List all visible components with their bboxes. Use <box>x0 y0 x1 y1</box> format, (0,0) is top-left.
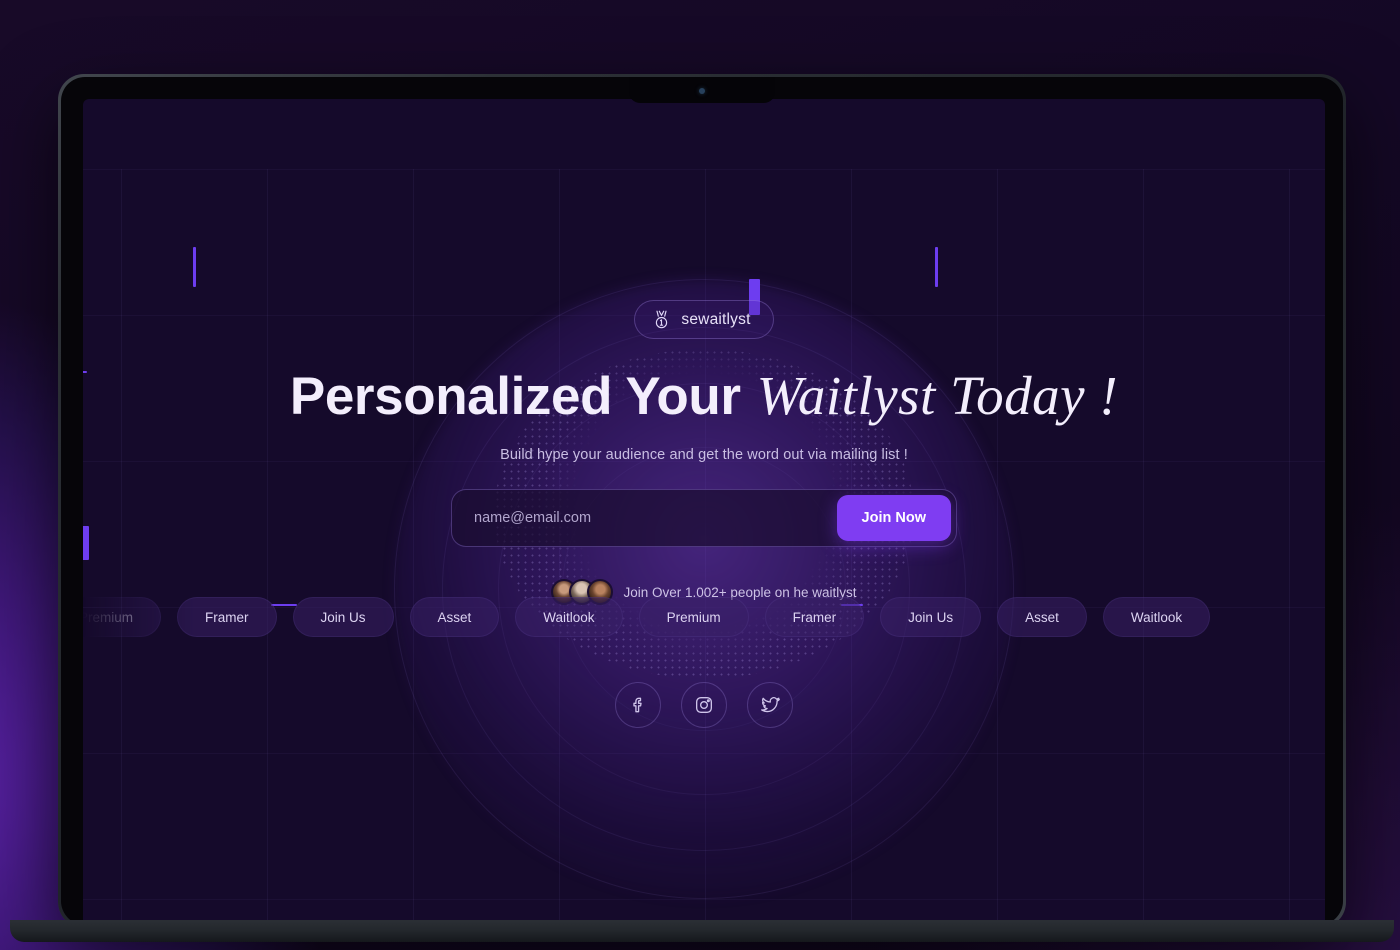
laptop-lid: sewaitlyst Personalized Your Waitlyst Tod… <box>58 74 1346 928</box>
waitlist-form: Join Now <box>451 489 957 548</box>
website-screen: sewaitlyst Personalized Your Waitlyst Tod… <box>83 99 1325 923</box>
camera-dot-icon <box>699 88 705 94</box>
brand-pill[interactable]: Framer <box>177 597 277 637</box>
brand-pill[interactable]: Framer <box>764 597 865 637</box>
instagram-icon <box>694 695 714 715</box>
page-title: Personalized Your Waitlyst Today ! <box>289 365 1119 426</box>
medal-icon <box>653 310 670 329</box>
hero-section: sewaitlyst Personalized Your Waitlyst Tod… <box>83 99 1325 923</box>
brand-pill[interactable]: Waitlook <box>515 597 623 637</box>
brand-pill[interactable]: Asset <box>997 597 1087 637</box>
instagram-link[interactable] <box>681 682 727 728</box>
facebook-icon <box>628 695 648 715</box>
brand-pill[interactable]: Asset <box>409 597 500 637</box>
brand-pill-marquee: Premium Framer Join Us Asset Waitlook Premium… <box>83 597 1325 637</box>
brand-pill[interactable]: Premium <box>638 597 749 637</box>
headline-italic: Waitlyst Today ! <box>756 365 1119 426</box>
brand-pill[interactable]: Waitlook <box>1102 597 1211 637</box>
brand-pill[interactable]: Join Us <box>880 597 982 637</box>
laptop-device: sewaitlyst Personalized Your Waitlyst Tod… <box>10 74 1394 942</box>
email-input[interactable] <box>474 495 837 542</box>
laptop-base <box>10 920 1394 942</box>
laptop-bezel: sewaitlyst Personalized Your Waitlyst Tod… <box>61 77 1343 925</box>
brand-pill[interactable]: Premium <box>83 597 162 637</box>
brand-badge-label: sewaitlyst <box>681 310 751 328</box>
join-now-button[interactable]: Join Now <box>836 495 951 542</box>
headline-plain: Personalized Your <box>289 367 741 426</box>
twitter-icon <box>760 695 781 716</box>
facebook-link[interactable] <box>615 682 661 728</box>
brand-pill[interactable]: Join Us <box>292 597 394 637</box>
twitter-link[interactable] <box>747 682 793 728</box>
page-subtitle: Build hype your audience and get the wor… <box>500 447 908 464</box>
brand-badge[interactable]: sewaitlyst <box>634 300 774 339</box>
pill-row: Premium Framer Join Us Asset Waitlook Premium… <box>83 597 1211 637</box>
social-links <box>83 682 1325 728</box>
